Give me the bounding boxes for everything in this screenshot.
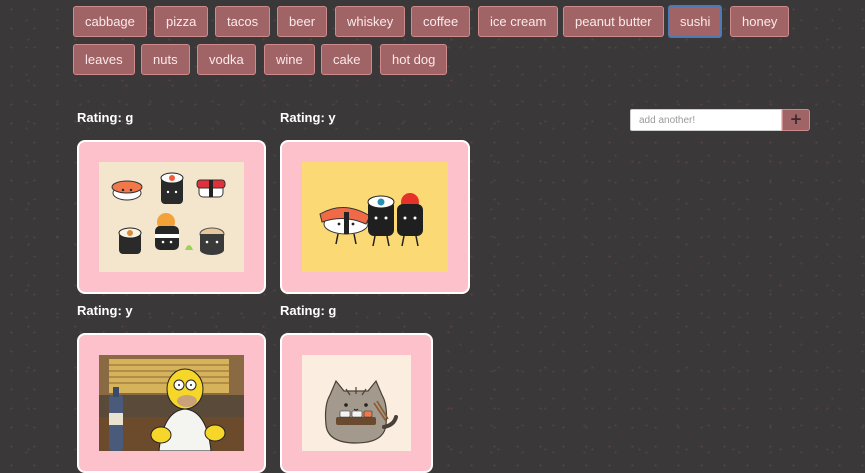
rating-label: Rating: y bbox=[280, 110, 336, 125]
tag-nuts[interactable]: nuts bbox=[141, 44, 190, 75]
sushi-characters-gif bbox=[99, 162, 244, 272]
rating-label: Rating: y bbox=[77, 303, 133, 318]
tag-tacos[interactable]: tacos bbox=[215, 6, 271, 37]
tag-ice-cream[interactable]: ice cream bbox=[478, 6, 559, 37]
gif-card[interactable] bbox=[77, 333, 266, 473]
tag-leaves[interactable]: leaves bbox=[73, 44, 135, 75]
sushi-trio-gif bbox=[302, 162, 448, 272]
tag-peanut-butter[interactable]: peanut butter bbox=[563, 6, 664, 37]
rating-value: g bbox=[328, 303, 337, 318]
add-tag-input[interactable] bbox=[630, 109, 782, 131]
tag-honey[interactable]: honey bbox=[730, 6, 790, 37]
add-tag-button[interactable]: + bbox=[782, 109, 810, 131]
rating-value: g bbox=[125, 110, 134, 125]
tag-wine[interactable]: wine bbox=[264, 44, 315, 75]
rating-value: y bbox=[328, 110, 336, 125]
rating-label: Rating: g bbox=[280, 303, 336, 318]
gif-card[interactable] bbox=[77, 140, 266, 294]
homer-simpson-gif bbox=[99, 355, 244, 451]
tag-whiskey[interactable]: whiskey bbox=[335, 6, 406, 37]
tag-cabbage[interactable]: cabbage bbox=[73, 6, 147, 37]
rating-prefix: Rating: bbox=[280, 303, 325, 318]
rating-label: Rating: g bbox=[77, 110, 133, 125]
tag-sushi[interactable]: sushi bbox=[668, 5, 723, 38]
gif-card[interactable] bbox=[280, 333, 433, 473]
tag-beer[interactable]: beer bbox=[277, 6, 328, 37]
tag-coffee[interactable]: coffee bbox=[411, 6, 471, 37]
tag-vodka[interactable]: vodka bbox=[197, 44, 256, 75]
tag-cake[interactable]: cake bbox=[321, 44, 373, 75]
rating-prefix: Rating: bbox=[280, 110, 325, 125]
tag-hot-dog[interactable]: hot dog bbox=[380, 44, 448, 75]
tag-pizza[interactable]: pizza bbox=[154, 6, 209, 37]
pusheen-gif bbox=[302, 355, 411, 451]
rating-prefix: Rating: bbox=[77, 303, 122, 318]
rating-prefix: Rating: bbox=[77, 110, 122, 125]
rating-value: y bbox=[125, 303, 133, 318]
gif-card[interactable] bbox=[280, 140, 470, 294]
